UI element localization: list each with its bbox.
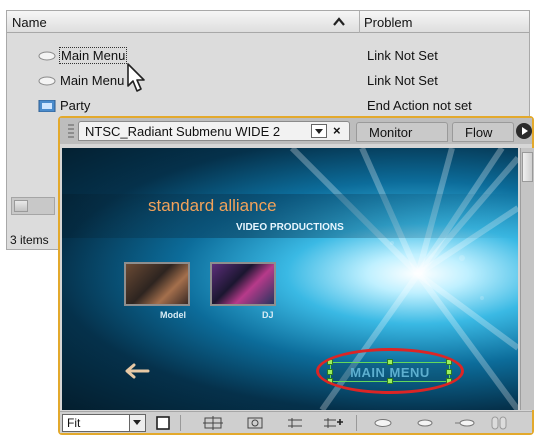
list-item[interactable]: Main Menu Link Not Set bbox=[7, 44, 529, 68]
menu-preview-canvas[interactable]: standard alliance VIDEO PRODUCTIONS Mode… bbox=[62, 148, 518, 410]
scroll-left-button[interactable] bbox=[14, 200, 28, 212]
list-header: Name Problem bbox=[7, 11, 529, 33]
tab-monitor[interactable]: Monitor bbox=[356, 122, 448, 142]
column-header-name[interactable]: Name bbox=[12, 15, 47, 30]
toolbar-divider bbox=[180, 415, 181, 431]
show-button-icon[interactable] bbox=[244, 415, 266, 431]
list-item[interactable]: Party End Action not set bbox=[7, 94, 529, 118]
tab-flow[interactable]: Flow bbox=[452, 122, 514, 142]
tab-title: NTSC_Radiant Submenu WIDE 2 bbox=[85, 124, 281, 139]
layer-icon[interactable] bbox=[284, 415, 306, 431]
viewer-toolbar: Fit bbox=[60, 411, 532, 433]
item-problem: Link Not Set bbox=[367, 73, 438, 88]
sort-ascending-icon[interactable] bbox=[331, 14, 347, 30]
thumbnail-dj[interactable] bbox=[210, 262, 276, 306]
horizontal-scrollbar[interactable] bbox=[11, 197, 55, 215]
safe-area-icon[interactable] bbox=[152, 415, 174, 431]
close-icon[interactable]: × bbox=[333, 123, 341, 138]
item-problem: Link Not Set bbox=[367, 48, 438, 63]
panel-menu-icon[interactable] bbox=[516, 123, 532, 139]
column-divider[interactable] bbox=[359, 11, 360, 33]
menu-viewer-panel: NTSC_Radiant Submenu WIDE 2 × Monitor Fl… bbox=[58, 116, 534, 435]
mouse-pointer-icon bbox=[127, 63, 145, 92]
items-count: 3 items bbox=[10, 233, 49, 247]
thumbnail-model[interactable] bbox=[124, 262, 190, 306]
thumbnail-label-dj: DJ bbox=[262, 310, 274, 320]
item-name: Main Menu bbox=[59, 47, 128, 64]
overflow-icon[interactable] bbox=[490, 415, 512, 431]
zoom-value: Fit bbox=[67, 416, 81, 430]
show-object-icon[interactable] bbox=[202, 415, 224, 431]
button-icon bbox=[38, 51, 56, 61]
item-problem: End Action not set bbox=[367, 98, 472, 113]
item-name: Main Menu bbox=[60, 73, 125, 88]
item-name: Party bbox=[60, 98, 91, 113]
brand-subtitle: VIDEO PRODUCTIONS bbox=[236, 222, 344, 233]
tab-dropdown-button[interactable] bbox=[311, 124, 327, 138]
button-icon bbox=[38, 76, 56, 86]
timeline-icon bbox=[38, 100, 56, 112]
back-arrow-icon[interactable] bbox=[122, 362, 150, 380]
tab-menu-viewer[interactable]: NTSC_Radiant Submenu WIDE 2 × bbox=[78, 121, 350, 141]
list-item[interactable]: Main Menu Link Not Set bbox=[7, 69, 529, 93]
toolbar-divider bbox=[356, 415, 357, 431]
button-link-icon[interactable] bbox=[454, 415, 476, 431]
drag-grip-icon[interactable] bbox=[68, 124, 74, 138]
button-shape-small-icon[interactable] bbox=[414, 415, 436, 431]
panel-tab-bar: NTSC_Radiant Submenu WIDE 2 × Monitor Fl… bbox=[60, 118, 532, 144]
thumbnail-label-model: Model bbox=[160, 310, 186, 320]
column-header-problem[interactable]: Problem bbox=[364, 15, 412, 30]
zoom-select[interactable]: Fit bbox=[62, 414, 146, 432]
brand-title: standard alliance bbox=[148, 196, 277, 215]
vertical-scrollbar[interactable] bbox=[520, 148, 534, 410]
annotation-highlight-circle bbox=[316, 348, 464, 394]
chevron-down-icon[interactable] bbox=[129, 415, 145, 431]
add-layer-icon[interactable] bbox=[322, 415, 344, 431]
button-shape-icon[interactable] bbox=[372, 415, 394, 431]
scrollbar-thumb[interactable] bbox=[522, 152, 533, 182]
